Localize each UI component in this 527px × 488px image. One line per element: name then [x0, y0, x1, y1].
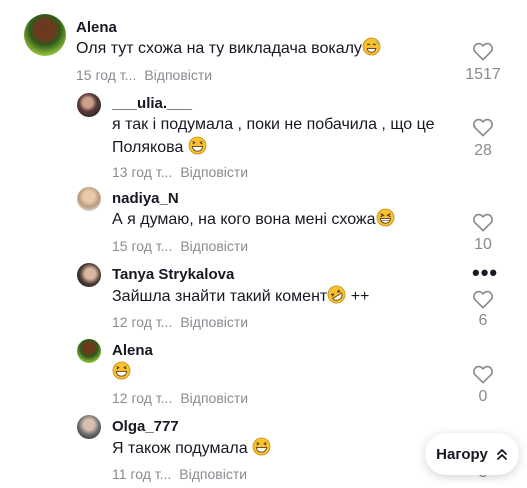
- comment-time: 11 год т...: [112, 466, 172, 482]
- reply-button[interactable]: Відповісти: [180, 238, 248, 254]
- comment-username[interactable]: nadiya_N: [112, 190, 179, 207]
- back-to-top-button[interactable]: Нагору: [425, 433, 519, 475]
- reply-button[interactable]: Відповісти: [180, 390, 248, 406]
- reply-button[interactable]: Відповісти: [179, 466, 247, 482]
- avatar[interactable]: [77, 93, 101, 117]
- comment-text-line: Полякова: [112, 136, 207, 159]
- comment-text: Оля тут схожа на ту викладача вокалу: [76, 37, 381, 60]
- like-count: 6: [478, 312, 488, 329]
- reply-button[interactable]: Відповісти: [144, 67, 212, 83]
- like-count: 10: [474, 236, 492, 253]
- avatar[interactable]: [77, 263, 101, 287]
- sweat-smile-emoji-icon: [362, 37, 381, 56]
- comment-meta: 12 год т... Відповісти: [112, 314, 248, 330]
- grin-emoji-icon: [188, 136, 207, 155]
- comment-meta: 13 год т... Відповісти: [112, 164, 248, 180]
- squint-laugh-emoji-icon: [376, 208, 395, 227]
- like-count: 1517: [465, 66, 501, 83]
- avatar[interactable]: [77, 415, 101, 439]
- comment-username[interactable]: Alena: [112, 342, 153, 359]
- comment-time: 12 год т...: [112, 314, 173, 330]
- back-to-top-label: Нагору: [436, 445, 488, 463]
- comment-text: А я думаю, на кого вона мені схожа: [112, 208, 395, 231]
- comment-time: 15 год т...: [76, 67, 137, 83]
- comment-meta: 11 год т... Відповісти: [112, 466, 247, 482]
- comment-time: 13 год т...: [112, 164, 173, 180]
- heart-icon[interactable]: [472, 289, 494, 309]
- comment-meta: 12 год т... Відповісти: [112, 390, 248, 406]
- comment-time: 12 год т...: [112, 390, 173, 406]
- reply-button[interactable]: Відповісти: [180, 314, 248, 330]
- like-count: 28: [474, 142, 492, 159]
- comment-time: 15 год т...: [112, 238, 173, 254]
- reply-button[interactable]: Відповісти: [180, 164, 248, 180]
- avatar[interactable]: [77, 339, 101, 363]
- comment-username[interactable]: Alena: [76, 19, 117, 36]
- comment-text-line: я так і подумала , поки не побачила , що…: [112, 116, 435, 133]
- comment-text: [112, 361, 131, 384]
- comment-username[interactable]: Olga_777: [112, 418, 179, 435]
- comment-text: Зайшла знайти такий комент ++: [112, 285, 369, 308]
- heart-icon[interactable]: [472, 117, 494, 137]
- double-chevron-up-icon: [496, 449, 507, 460]
- comment-meta: 15 год т... Відповісти: [112, 238, 248, 254]
- heart-icon[interactable]: [472, 41, 494, 61]
- comment-meta: 15 год т... Відповісти: [76, 67, 212, 83]
- avatar[interactable]: [24, 14, 66, 56]
- grin-emoji-icon: [112, 361, 131, 380]
- comment-username[interactable]: ___ulia.___: [112, 95, 192, 112]
- rofl-emoji-icon: [327, 285, 346, 304]
- more-options-icon[interactable]: •••: [472, 262, 498, 284]
- grin-emoji-icon: [252, 437, 271, 456]
- comment-username[interactable]: Tanya Strykalova: [112, 266, 234, 283]
- like-count: 0: [478, 388, 488, 405]
- avatar[interactable]: [77, 187, 101, 211]
- heart-icon[interactable]: [472, 364, 494, 384]
- comment-text: Я також подумала: [112, 437, 271, 460]
- heart-icon[interactable]: [472, 212, 494, 232]
